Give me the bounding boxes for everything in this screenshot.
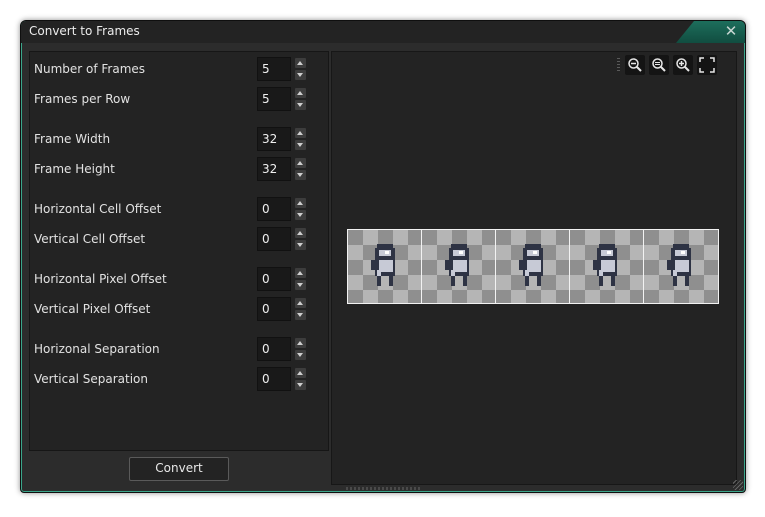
spin-down-icon[interactable] xyxy=(295,350,306,360)
spin-down-icon[interactable] xyxy=(295,280,306,290)
horizontal-separation-spinner[interactable] xyxy=(295,338,306,360)
frame-strip xyxy=(347,229,719,304)
field-number-of-frames: Number of Frames 5 xyxy=(30,57,328,81)
vertical-cell-offset-input[interactable]: 0 xyxy=(257,227,291,251)
field-label: Horizontal Pixel Offset xyxy=(34,272,167,286)
field-horizontal-cell-offset: Horizontal Cell Offset 0 xyxy=(30,197,328,221)
frame-preview-panel xyxy=(331,51,737,485)
settings-panel: Number of Frames 5 Frames per Row 5 Fram… xyxy=(29,51,329,451)
spin-down-icon[interactable] xyxy=(295,310,306,320)
spin-up-icon[interactable] xyxy=(295,268,306,278)
toolbar-grip[interactable] xyxy=(617,58,620,72)
frame-preview xyxy=(496,230,570,303)
field-frame-height: Frame Height 32 xyxy=(30,157,328,181)
bottom-drag-handle[interactable] xyxy=(346,487,422,490)
field-label: Vertical Pixel Offset xyxy=(34,302,151,316)
close-icon[interactable]: ✕ xyxy=(723,23,739,39)
frame-preview xyxy=(422,230,496,303)
spin-down-icon[interactable] xyxy=(295,240,306,250)
field-label: Horizontal Cell Offset xyxy=(34,202,162,216)
spin-up-icon[interactable] xyxy=(295,298,306,308)
frames-per-row-spinner[interactable] xyxy=(295,88,306,110)
field-horizontal-separation: Horizonal Separation 0 xyxy=(30,337,328,361)
frame-height-spinner[interactable] xyxy=(295,158,306,180)
frames-per-row-input[interactable]: 5 xyxy=(257,87,291,111)
zoom-reset-icon[interactable] xyxy=(649,55,669,75)
zoom-toolbar xyxy=(617,55,723,75)
vertical-pixel-offset-input[interactable]: 0 xyxy=(257,297,291,321)
field-label: Frame Width xyxy=(34,132,111,146)
spin-up-icon[interactable] xyxy=(295,228,306,238)
field-horizontal-pixel-offset: Horizontal Pixel Offset 0 xyxy=(30,267,328,291)
character-sprite-icon xyxy=(519,244,543,286)
spin-up-icon[interactable] xyxy=(295,338,306,348)
spin-up-icon[interactable] xyxy=(295,158,306,168)
spin-up-icon[interactable] xyxy=(295,58,306,68)
field-vertical-pixel-offset: Vertical Pixel Offset 0 xyxy=(30,297,328,321)
horizontal-pixel-offset-input[interactable]: 0 xyxy=(257,267,291,291)
field-label: Horizonal Separation xyxy=(34,342,160,356)
field-label: Frames per Row xyxy=(34,92,131,106)
fit-screen-icon[interactable] xyxy=(697,55,717,75)
number-of-frames-input[interactable]: 5 xyxy=(257,57,291,81)
number-of-frames-spinner[interactable] xyxy=(295,58,306,80)
frame-height-input[interactable]: 32 xyxy=(257,157,291,181)
character-sprite-icon xyxy=(593,244,617,286)
vertical-separation-input[interactable]: 0 xyxy=(257,367,291,391)
field-frames-per-row: Frames per Row 5 xyxy=(30,87,328,111)
field-vertical-separation: Vertical Separation 0 xyxy=(30,367,328,391)
vertical-pixel-offset-spinner[interactable] xyxy=(295,298,306,320)
frame-width-spinner[interactable] xyxy=(295,128,306,150)
field-vertical-cell-offset: Vertical Cell Offset 0 xyxy=(30,227,328,251)
window-title: Convert to Frames xyxy=(29,24,140,38)
field-label: Frame Height xyxy=(34,162,115,176)
spin-up-icon[interactable] xyxy=(295,368,306,378)
spin-down-icon[interactable] xyxy=(295,210,306,220)
character-sprite-icon xyxy=(445,244,469,286)
frame-preview xyxy=(348,230,422,303)
horizontal-separation-input[interactable]: 0 xyxy=(257,337,291,361)
zoom-out-icon[interactable] xyxy=(625,55,645,75)
spin-up-icon[interactable] xyxy=(295,198,306,208)
spin-down-icon[interactable] xyxy=(295,100,306,110)
horizontal-pixel-offset-spinner[interactable] xyxy=(295,268,306,290)
character-sprite-icon xyxy=(371,244,395,286)
zoom-in-icon[interactable] xyxy=(673,55,693,75)
vertical-separation-spinner[interactable] xyxy=(295,368,306,390)
spin-up-icon[interactable] xyxy=(295,88,306,98)
frame-preview xyxy=(570,230,644,303)
title-bar[interactable]: Convert to Frames ✕ xyxy=(21,21,745,43)
character-sprite-icon xyxy=(667,244,691,286)
horizontal-cell-offset-spinner[interactable] xyxy=(295,198,306,220)
field-frame-width: Frame Width 32 xyxy=(30,127,328,151)
resize-grip-icon[interactable] xyxy=(733,480,743,490)
spin-down-icon[interactable] xyxy=(295,140,306,150)
field-label: Number of Frames xyxy=(34,62,146,76)
spin-down-icon[interactable] xyxy=(295,380,306,390)
vertical-cell-offset-spinner[interactable] xyxy=(295,228,306,250)
spin-down-icon[interactable] xyxy=(295,170,306,180)
field-label: Vertical Separation xyxy=(34,372,148,386)
convert-to-frames-dialog: Convert to Frames ✕ Number of Frames 5 F… xyxy=(20,20,746,493)
spin-up-icon[interactable] xyxy=(295,128,306,138)
frame-preview xyxy=(644,230,718,303)
field-label: Vertical Cell Offset xyxy=(34,232,146,246)
horizontal-cell-offset-input[interactable]: 0 xyxy=(257,197,291,221)
frame-width-input[interactable]: 32 xyxy=(257,127,291,151)
spin-down-icon[interactable] xyxy=(295,70,306,80)
convert-button[interactable]: Convert xyxy=(129,457,229,481)
